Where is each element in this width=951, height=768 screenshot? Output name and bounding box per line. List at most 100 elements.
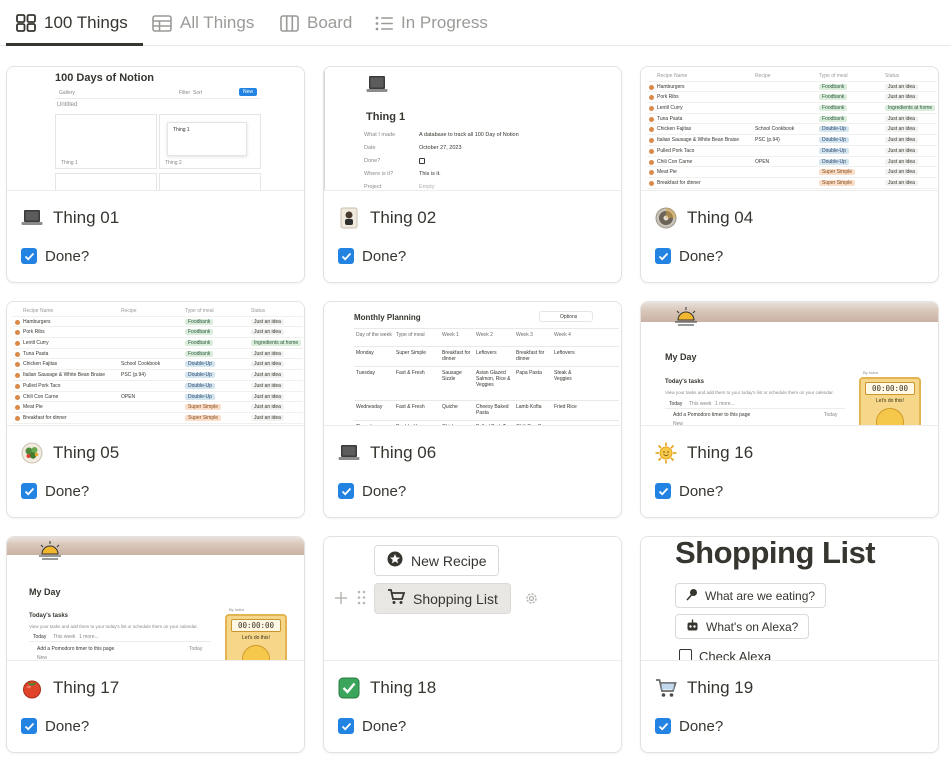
card-preview: 100 Days of Notion Gallery Filter Sort N… <box>7 67 304 191</box>
column-header: Recipe Name <box>657 73 688 79</box>
view-tabs: 100 Things All Things Board In Progress <box>0 0 951 46</box>
tab-label: All Things <box>180 13 255 32</box>
done-label: Done? <box>362 482 407 500</box>
done-property: Done? <box>21 715 89 737</box>
disc-icon <box>655 207 677 229</box>
table-header-row: Recipe Name Recipe Type of meal Status <box>647 71 937 82</box>
check-icon <box>341 722 351 730</box>
tab-100-things[interactable]: 100 Things <box>16 0 128 46</box>
gallery-card-thing-18[interactable]: New Recipe Shopping List Thing 18 Done? <box>323 536 622 753</box>
meal-entry: Chicken Fajitas <box>442 424 474 425</box>
column-header: Recipe <box>755 73 771 79</box>
done-checkbox[interactable] <box>338 483 354 499</box>
food-icon <box>15 405 20 411</box>
tab-all-things[interactable]: All Things <box>152 0 254 46</box>
preview-myday-title: My Day <box>665 352 697 362</box>
preview-new: New <box>673 421 684 426</box>
done-checkbox[interactable] <box>21 718 37 734</box>
done-checkbox[interactable] <box>338 718 354 734</box>
preview-task: Add a Pomodoro timer to this page <box>673 412 751 418</box>
done-property: Done? <box>338 715 406 737</box>
planning-header-row: Day of the week Type of meal Week 1 Week 2 W… <box>354 329 619 347</box>
card-title: Thing 06 <box>370 443 437 462</box>
meal-entry: Steak & Veggies <box>554 370 572 382</box>
preview-view-label: Gallery <box>59 90 75 96</box>
food-icon <box>649 170 654 176</box>
planning-column-header: Day of the week <box>356 332 392 338</box>
status-tag: Just an idea <box>251 318 284 325</box>
meal-entry: Sausage Sizzle <box>442 370 462 382</box>
gallery-card-thing-02[interactable]: Thing 1 What I made A database to track … <box>323 66 622 283</box>
gallery-card-thing-19[interactable]: Shopping List What are we eating? What's… <box>640 536 939 753</box>
gallery-card-thing-01[interactable]: 100 Days of Notion Gallery Filter Sort N… <box>6 66 305 283</box>
done-label: Done? <box>45 247 90 265</box>
card-title: Thing 19 <box>687 678 754 697</box>
recipe-name: Italian Sausage & White Bean Braise <box>657 137 739 144</box>
done-property: Done? <box>655 715 723 737</box>
done-checkbox[interactable] <box>655 248 671 264</box>
preview-tasks-desc: View your tasks and add them to your tod… <box>665 390 834 395</box>
preview-task-date: Today <box>189 646 203 652</box>
status-tag: Just an idea <box>251 350 284 357</box>
todo-checkbox <box>679 649 692 660</box>
meal-type-tag: Foodbank <box>185 350 214 357</box>
star-badge-icon <box>387 551 403 570</box>
gallery-card-thing-05[interactable]: Recipe Name Recipe Type of meal Status Hambu… <box>6 301 305 518</box>
prop-name: Date <box>364 145 376 151</box>
meal-type-tag: Super Simple <box>185 404 222 411</box>
prop-name: Project <box>364 184 382 190</box>
status-tag: Just an idea <box>251 404 284 411</box>
planning-column-header: Week 3 <box>516 332 533 338</box>
done-property: Done? <box>21 480 89 502</box>
preview-tab-today: Today <box>33 634 47 640</box>
planning-column-header: Week 1 <box>442 332 459 338</box>
status-tag: Just an idea <box>885 169 918 176</box>
status-tag: Ingredients at home <box>885 105 936 112</box>
preview-inner-card: Thing 1 <box>173 127 190 133</box>
food-icon <box>649 159 654 165</box>
gallery-card-thing-04[interactable]: Recipe Name Recipe Type of meal Status Hambu… <box>640 66 939 283</box>
done-checkbox[interactable] <box>338 248 354 264</box>
done-label: Done? <box>45 482 90 500</box>
card-title: Thing 16 <box>687 443 754 462</box>
recipe-name: Pork Ribs <box>657 94 679 101</box>
card-icon <box>338 207 360 229</box>
meal-type-tag: Foodbank <box>185 340 214 347</box>
gallery-card-thing-06[interactable]: Monthly Planning Options Day of the week… <box>323 301 622 518</box>
preview-tasks-heading: Today's tasks <box>665 379 704 385</box>
done-checkbox[interactable] <box>21 248 37 264</box>
done-checkbox[interactable] <box>655 718 671 734</box>
gallery-card-thing-17[interactable]: My Day Today's tasks View your tasks and… <box>6 536 305 753</box>
planning-column-header: Type of meal <box>396 332 425 338</box>
card-preview: My Day Today's tasks View your tasks and… <box>7 537 304 661</box>
card-preview: My Day Today's tasks View your tasks and… <box>641 302 938 426</box>
done-property: Done? <box>338 245 406 267</box>
preview-untitled: Untitled <box>57 102 78 108</box>
meal-type-tag: Foodbank <box>819 105 848 112</box>
status-tag: Just an idea <box>251 414 284 421</box>
sun-icon <box>655 442 677 464</box>
meal-type-tag: Foodbank <box>819 83 848 90</box>
card-preview: Monthly Planning Options Day of the week… <box>324 302 621 426</box>
recipe-name: Chili Con Carne <box>23 393 59 400</box>
smiley-icon <box>242 645 270 660</box>
sunset-icon <box>37 540 63 567</box>
done-checkbox[interactable] <box>21 483 37 499</box>
preview-tab-more: 1 more... <box>715 401 735 407</box>
preview-tab-more: 1 more... <box>79 634 99 640</box>
meal-type-tag: Super Simple <box>819 179 856 186</box>
status-tag: Just an idea <box>251 329 284 336</box>
food-icon <box>15 415 20 421</box>
gallery-card-thing-16[interactable]: My Day Today's tasks View your tasks and… <box>640 301 939 518</box>
recipe-name: Hamburgers <box>23 318 51 325</box>
tab-in-progress[interactable]: In Progress <box>375 0 488 46</box>
meal-type-tag: Double-Up <box>819 137 849 144</box>
planning-column-header: Week 4 <box>554 332 571 338</box>
done-checkbox[interactable] <box>655 483 671 499</box>
planning-cell: Fast & Fresh <box>396 370 425 376</box>
status-tag: Just an idea <box>885 115 918 122</box>
recipe-name: Lentil Curry <box>23 340 49 347</box>
table-row: Pork Ribs Foodbank Just an idea <box>13 327 303 339</box>
tab-board[interactable]: Board <box>280 0 352 46</box>
preview-page-title: Thing 1 <box>366 111 406 123</box>
